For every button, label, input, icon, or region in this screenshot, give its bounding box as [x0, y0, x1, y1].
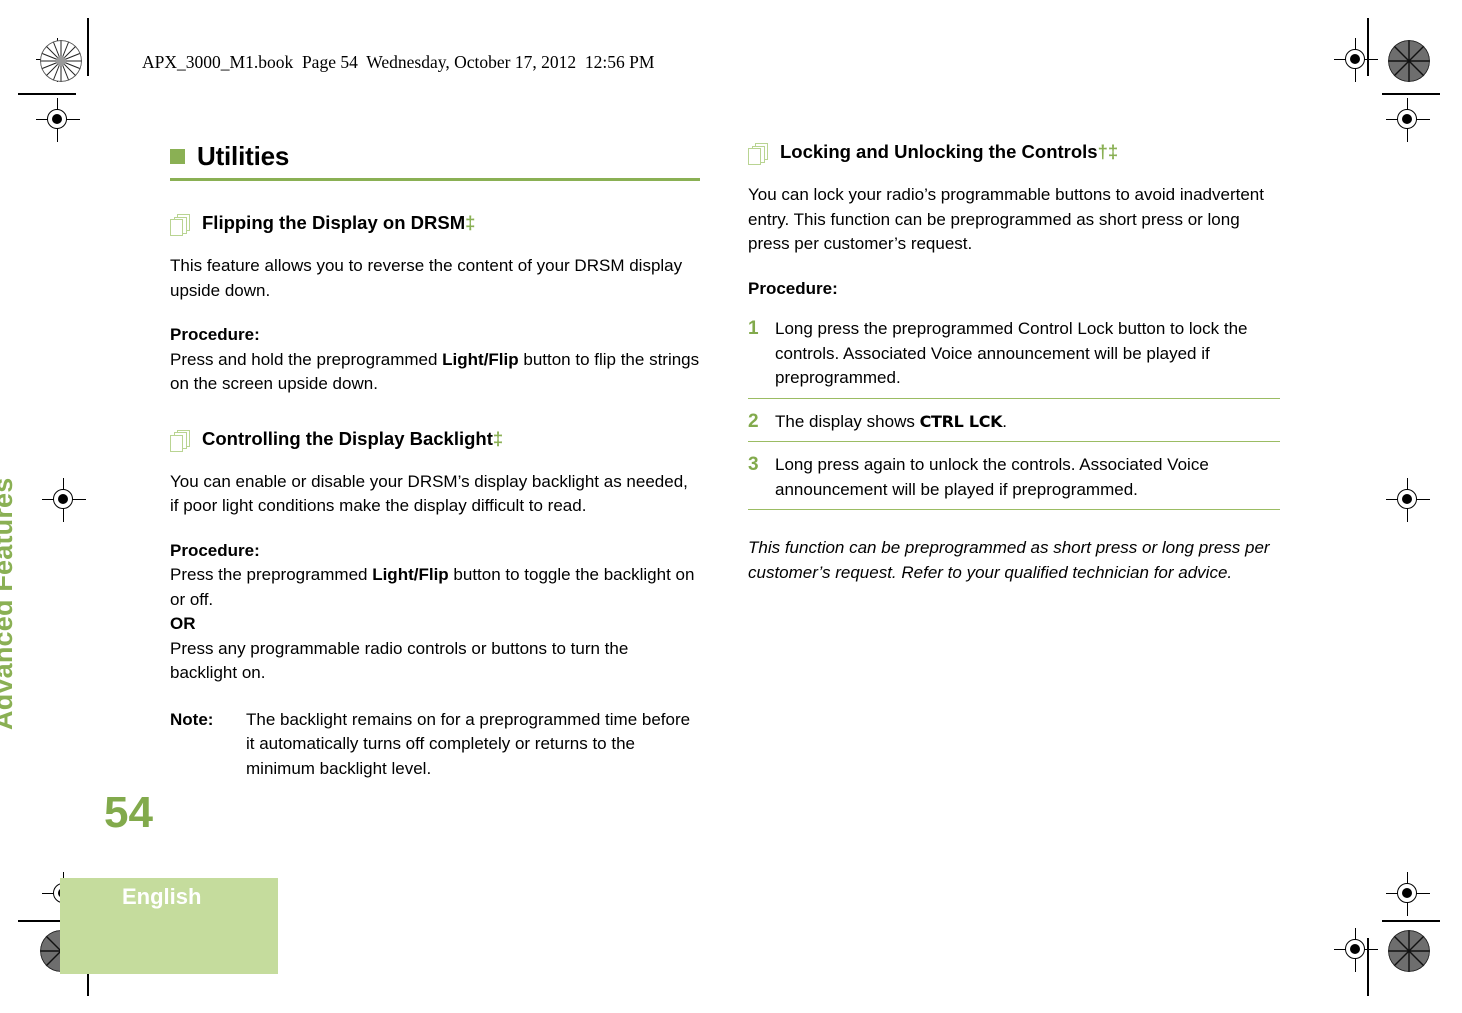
note-block: Note: The backlight remains on for a pre… — [170, 708, 700, 782]
section-title: Locking and Unlocking the Controls†‡ — [780, 141, 1119, 162]
left-column: Utilities Flipping the Display on DRSM‡ … — [170, 140, 700, 781]
section-intro-paragraph: You can lock your radio’s programmable b… — [748, 185, 1264, 253]
pages-stack-icon — [748, 143, 770, 167]
step-number: 1 — [748, 318, 759, 339]
registration-rosette-top-left — [40, 40, 82, 82]
trim-line-top-right-horizontal — [1382, 93, 1440, 95]
procedure-alternative-text: Press any programmable radio controls or… — [170, 638, 629, 683]
section-title: Flipping the Display on DRSM‡ — [202, 212, 476, 233]
footnote-marker: ‡ — [492, 427, 504, 449]
pages-stack-icon — [170, 429, 192, 454]
chapter-divider-rule — [170, 177, 700, 181]
section-controlling-backlight: Controlling the Display Backlight‡ You c… — [170, 427, 700, 782]
procedure-label: Procedure: — [748, 278, 838, 298]
registration-rosette-top-right — [1388, 40, 1430, 82]
step-text: Long press the preprogrammed Control Loc… — [775, 319, 1248, 387]
section-heading: Flipping the Display on DRSM‡ — [170, 211, 700, 238]
procedure-step: 3 Long press again to unlock the control… — [748, 453, 1280, 510]
registration-rosette-bottom-right — [1388, 930, 1430, 972]
registration-crosshair-top-left-inner — [36, 98, 80, 142]
procedure-text: Press and hold the preprogrammed Light/F… — [170, 349, 700, 394]
step-number: 2 — [748, 410, 759, 432]
registration-crosshair-right-middle — [1386, 478, 1430, 522]
display-readout-text: CTRL LCK — [919, 411, 1003, 431]
chapter-side-tab: Advanced Features — [0, 477, 18, 731]
section-title: Controlling the Display Backlight‡ — [202, 427, 504, 449]
procedure-label: Procedure: — [170, 540, 260, 560]
registration-crosshair-bottom-right — [1334, 928, 1378, 972]
procedure-step: 1 Long press the preprogrammed Control L… — [748, 317, 1280, 399]
button-name-light-flip: Light/Flip — [442, 349, 519, 369]
procedure-steps-list: 1 Long press the preprogrammed Control L… — [748, 317, 1280, 510]
procedure-step: 2 The display shows CTRL LCK. — [748, 410, 1280, 442]
chapter-bullet-icon — [170, 148, 185, 164]
pages-stack-icon — [170, 214, 192, 238]
chapter-heading: Utilities — [170, 141, 700, 171]
or-separator-label: OR — [170, 614, 196, 633]
procedure-text: Press the preprogrammed Light/Flip butto… — [170, 565, 695, 609]
section-heading: Controlling the Display Backlight‡ — [170, 427, 700, 454]
section-heading-locking-controls: Locking and Unlocking the Controls†‡ — [748, 140, 1280, 167]
trim-line-bottom-right-horizontal — [1382, 920, 1440, 922]
step-text: Long press again to unlock the controls.… — [775, 455, 1209, 499]
chapter-title: Utilities — [197, 141, 290, 171]
footnote-marker: ‡ — [465, 212, 476, 233]
registration-crosshair-top-right — [1334, 38, 1378, 82]
section-intro-paragraph: You can enable or disable your DRSM’s di… — [170, 471, 688, 516]
step-text: The display shows CTRL LCK. — [775, 411, 1007, 431]
document-header-line: APX_3000_M1.book Page 54 Wednesday, Octo… — [142, 52, 655, 72]
note-label: Note: — [170, 709, 214, 729]
note-text: The backlight remains on for a preprogra… — [246, 709, 691, 778]
registration-crosshair-left-middle — [42, 478, 86, 522]
closing-italic-note: This function can be preprogrammed as sh… — [748, 538, 1270, 582]
trim-line-top-left-horizontal — [18, 93, 76, 95]
section-flipping-display: Flipping the Display on DRSM‡ This featu… — [170, 211, 700, 397]
footnote-marker: †‡ — [1097, 141, 1119, 162]
page-number: 54 — [104, 788, 153, 837]
trim-line-left-vertical — [87, 18, 89, 76]
button-name-light-flip: Light/Flip — [372, 565, 449, 584]
footer-language-label: English — [122, 884, 202, 909]
procedure-label: Procedure: — [170, 325, 260, 344]
section-intro-paragraph: This feature allows you to reverse the c… — [170, 256, 683, 300]
registration-crosshair-top-right-inner — [1386, 98, 1430, 142]
step-number: 3 — [748, 454, 759, 475]
right-column: Locking and Unlocking the Controls†‡ You… — [748, 140, 1280, 585]
registration-crosshair-bottom-right-inner — [1386, 872, 1430, 916]
